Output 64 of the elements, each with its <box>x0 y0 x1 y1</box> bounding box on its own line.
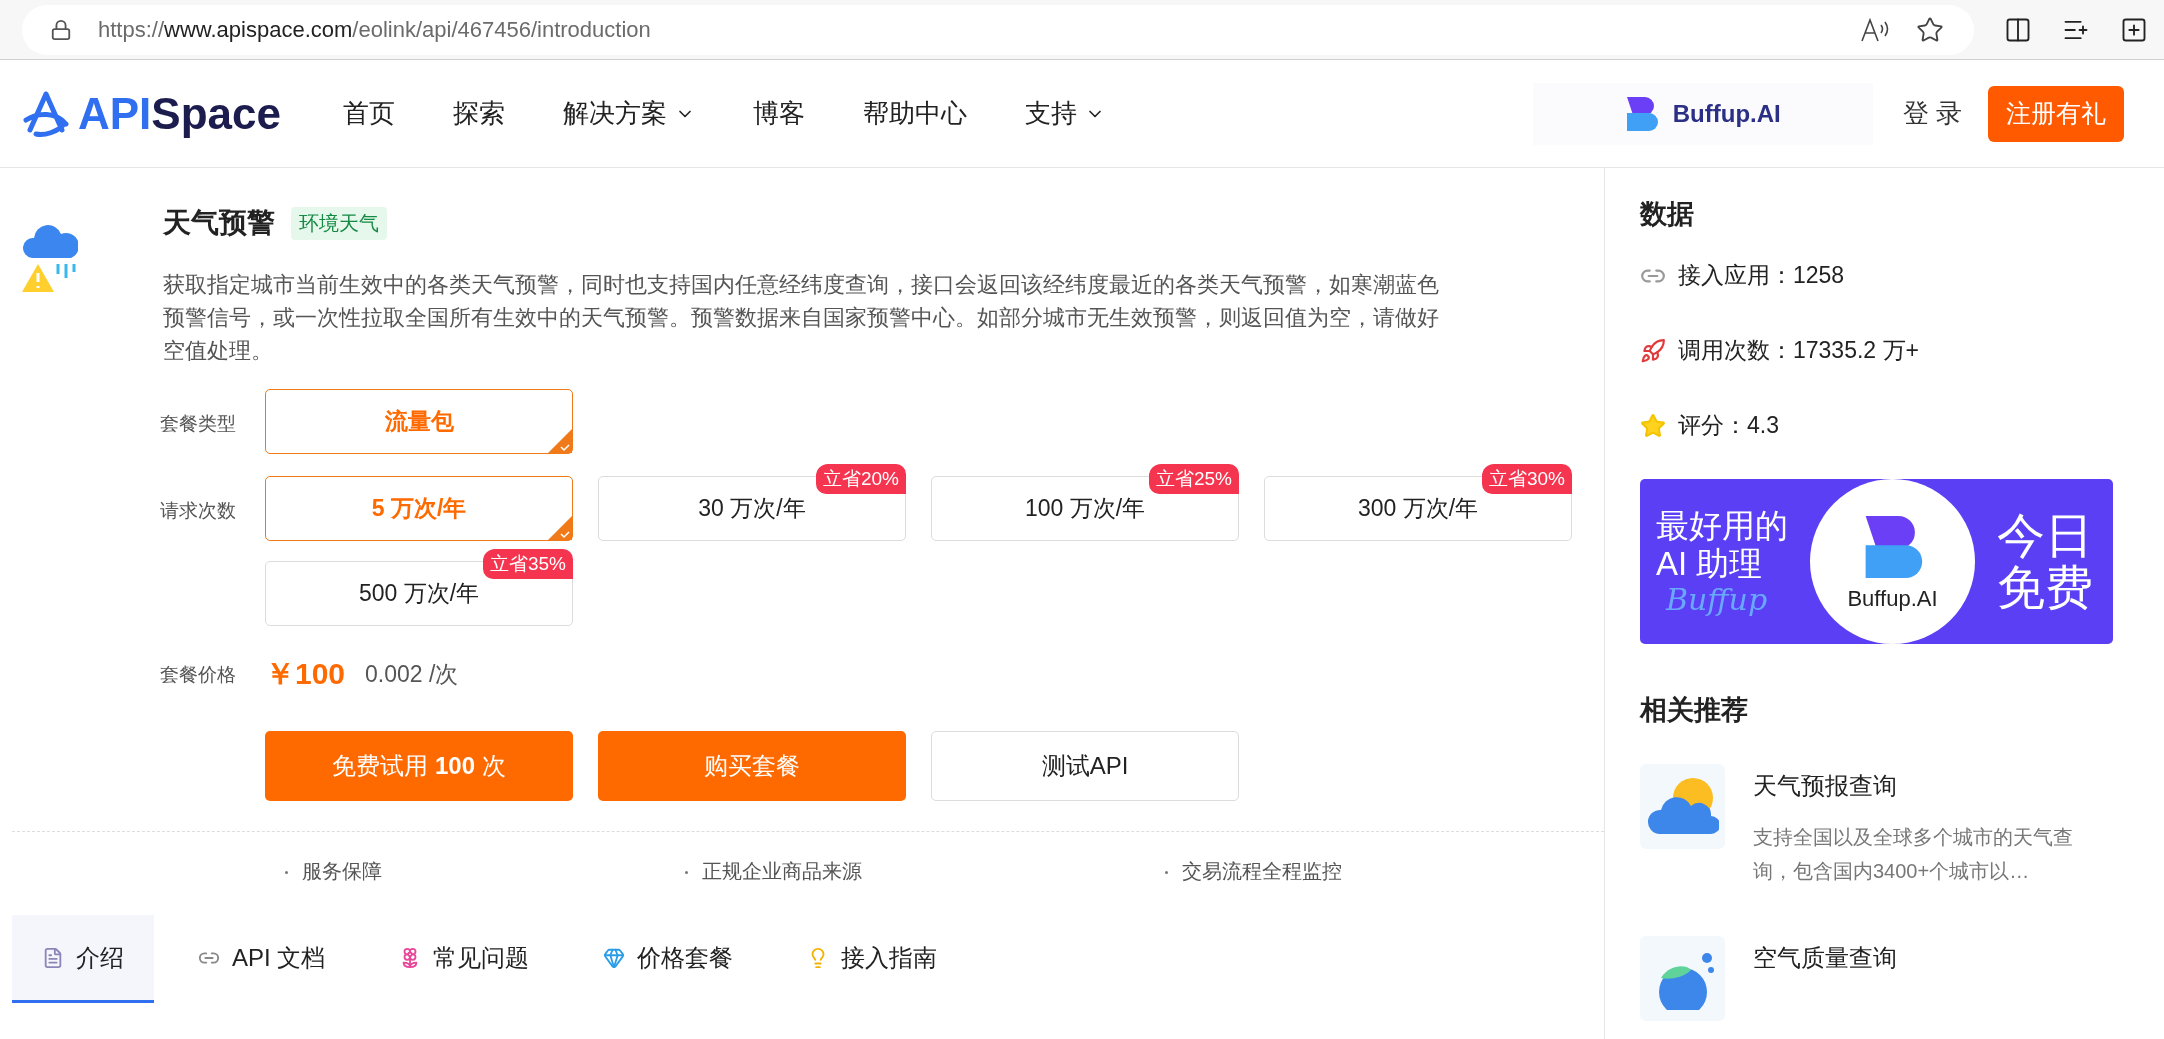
section-tab[interactable]: API 文档 <box>168 915 356 1003</box>
section-tab[interactable]: 价格套餐 <box>573 915 764 1003</box>
api-thumbnail[interactable] <box>1640 936 1725 1021</box>
star-icon <box>1640 412 1666 439</box>
section-title: 数据 <box>1640 198 1695 231</box>
bullet-icon <box>1165 871 1168 875</box>
stat-text: 接入应用：1258 <box>1678 261 1845 290</box>
section-tab[interactable]: 介绍 <box>12 915 154 1003</box>
field-label: 套餐价格 <box>160 662 237 687</box>
read-aloud-icon[interactable] <box>1860 16 1890 43</box>
nav-link[interactable]: 帮助中心 <box>863 96 967 131</box>
related-api-description: 支持全国以及全球多个城市的天气查询，包含国内3400+个城市以… <box>1753 825 2073 884</box>
banner-text: 免费 <box>1997 561 2093 614</box>
unit-price: 0.002 /次 <box>365 660 459 689</box>
banner-text: AI 助理 <box>1656 544 1764 583</box>
action-button[interactable]: 测试API <box>931 731 1239 801</box>
stat-text: 调用次数：17335.2 万+ <box>1678 336 1919 365</box>
discount-badge: 立省25% <box>1148 464 1239 494</box>
section-tab[interactable]: 接入指南 <box>777 915 968 1003</box>
b-logo-icon <box>1624 94 1659 133</box>
guarantee-text: 服务保障 <box>302 860 382 882</box>
stat-text: 评分：4.3 <box>1678 411 1779 440</box>
bullet-icon <box>685 871 688 875</box>
field-label: 套餐类型 <box>160 412 237 436</box>
banner-text: 今日 <box>1997 509 2093 562</box>
section-tab[interactable]: 常见问题 <box>369 915 560 1003</box>
url-text: https://www.apispace.com/eolink/api/467456/introduction <box>98 16 652 43</box>
category-tag[interactable]: 环境天气 <box>291 206 387 240</box>
logo-text[interactable]: APISpace <box>78 88 281 139</box>
document-icon <box>42 946 64 969</box>
login-link[interactable]: 登 录 <box>1902 96 1962 131</box>
bullet-icon <box>285 871 288 875</box>
guarantee-text: 交易流程全程监控 <box>1182 860 1342 882</box>
related-api-title[interactable]: 天气预报查询 <box>1753 770 2073 802</box>
nav-link[interactable]: 博客 <box>753 96 805 131</box>
api-thumbnail[interactable] <box>1640 764 1725 849</box>
logo-icon[interactable] <box>22 89 70 138</box>
nav-link[interactable]: 解决方案 <box>563 96 695 131</box>
section-title: 相关推荐 <box>1640 694 1749 727</box>
price-amount: ￥100 <box>265 656 346 692</box>
promo-banner[interactable]: 最好用的 AI 助理 Buffup Buffup.AI 今日 免费 <box>1640 479 2113 644</box>
api-description: 获取指定城市当前生效中的各类天气预警，同时也支持国内任意经纬度查询，接口会返回该经纬度最近的各类天气预警，如寒潮蓝色预警信号，或一次性拉取全国所有生效中的天气预警。预警数据来自国家预警中心。如部分城市无生效预警，则返回值为空，请做好空值处理。 <box>163 271 1440 365</box>
ad-banner[interactable]: Buffup.AI <box>1532 82 1873 145</box>
discount-badge: 立省35% <box>482 549 573 579</box>
nav-link[interactable]: 探索 <box>453 96 505 131</box>
logo-text: Buffup.AI <box>1847 585 1938 612</box>
nav-link[interactable]: 首页 <box>343 96 395 131</box>
discount-badge: 立省20% <box>815 464 906 494</box>
nav-link[interactable]: 支持 <box>1025 96 1105 131</box>
rocket-icon <box>1640 337 1666 364</box>
address-bar[interactable]: https://www.apispace.com/eolink/api/467456/introduction <box>22 4 1974 55</box>
banner-text: 最好用的 <box>1656 506 1788 545</box>
discount-badge: 立省30% <box>1481 464 1572 494</box>
check-corner-icon <box>548 429 572 453</box>
guarantee-text: 正规企业商品来源 <box>702 860 862 882</box>
favorite-star-icon[interactable] <box>1916 15 1944 44</box>
ad-text: Buffup.AI <box>1672 99 1781 128</box>
check-corner-icon <box>548 516 572 540</box>
related-api-title[interactable]: 空气质量查询 <box>1753 942 1897 974</box>
api-title: 天气预警 <box>163 206 275 240</box>
lock-icon <box>50 18 72 41</box>
gem-icon <box>603 946 626 969</box>
field-label: 请求次数 <box>160 499 237 523</box>
script-text: Buffup <box>1664 582 1769 617</box>
